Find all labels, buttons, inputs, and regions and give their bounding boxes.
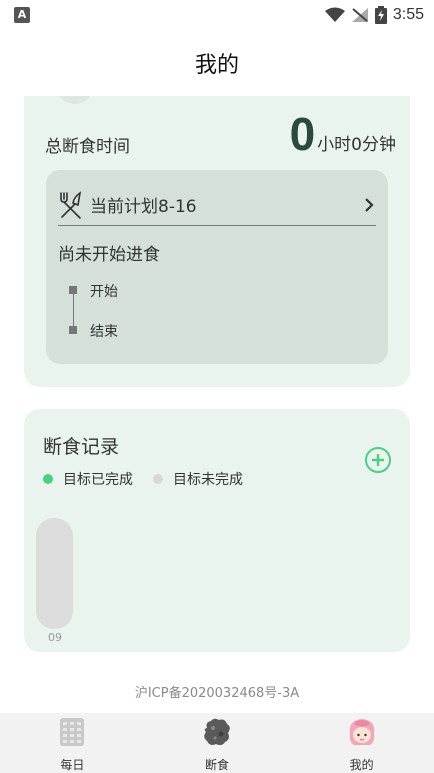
status-icons: 3:55 xyxy=(324,4,424,26)
total-fasting-number: 0 xyxy=(289,108,316,160)
timeline-end-marker xyxy=(69,326,77,334)
calendar-icon xyxy=(60,718,85,746)
bottom-tab-bar: 每日 断食 我的 xyxy=(0,713,434,773)
record-bar-label: 09 xyxy=(48,631,62,644)
plan-box: 当前计划8-16 尚未开始进食 开始 结束 xyxy=(46,170,388,364)
icp-license: 沪ICP备2020032468号-3A xyxy=(134,686,300,701)
total-fasting-value: 0 小时0分钟 xyxy=(290,108,396,160)
fork-knife-icon xyxy=(60,190,82,219)
battery-icon xyxy=(374,6,387,24)
title-bar: 我的 xyxy=(0,30,434,96)
legend-undone-label: 目标未完成 xyxy=(173,472,243,488)
status-bar: A 3:55 xyxy=(0,0,434,30)
records-legend: 目标已完成 目标未完成 xyxy=(43,469,243,489)
total-fasting-unit: 小时0分钟 xyxy=(317,135,396,155)
tab-fasting-label: 断食 xyxy=(205,758,230,772)
app-notification-icon: A xyxy=(14,7,30,23)
tab-mine-label: 我的 xyxy=(349,758,374,772)
records-title: 断食记录 xyxy=(43,436,120,458)
tab-fasting[interactable]: 断食 xyxy=(145,713,290,773)
eating-status: 尚未开始进食 xyxy=(58,245,160,265)
status-time: 3:55 xyxy=(392,6,424,23)
wifi-icon xyxy=(324,7,345,22)
current-plan-row[interactable]: 当前计划8-16 xyxy=(58,184,376,226)
timeline-start-label: 开始 xyxy=(90,284,118,300)
no-signal-icon xyxy=(351,8,368,22)
profile-avatar-icon xyxy=(349,719,374,745)
total-fasting-label: 总断食时间 xyxy=(45,137,130,157)
page-title: 我的 xyxy=(194,53,239,78)
tab-daily-label: 每日 xyxy=(60,758,85,772)
timeline-line xyxy=(73,290,74,330)
current-plan-text: 当前计划8-16 xyxy=(90,197,197,217)
add-record-button[interactable] xyxy=(364,446,392,474)
chevron-right-icon xyxy=(365,197,374,212)
tab-daily[interactable]: 每日 xyxy=(0,713,145,773)
records-card: 断食记录 目标已完成 目标未完成 09 xyxy=(24,409,410,652)
legend-undone-dot xyxy=(153,474,163,484)
timeline-start-marker xyxy=(69,286,77,294)
record-bar[interactable] xyxy=(36,518,73,629)
legend-done-dot xyxy=(43,474,53,484)
tab-mine[interactable]: 我的 xyxy=(289,713,434,773)
legend-done-label: 目标已完成 xyxy=(63,472,133,488)
timeline-end-label: 结束 xyxy=(90,324,118,340)
fasting-icon xyxy=(204,718,230,746)
